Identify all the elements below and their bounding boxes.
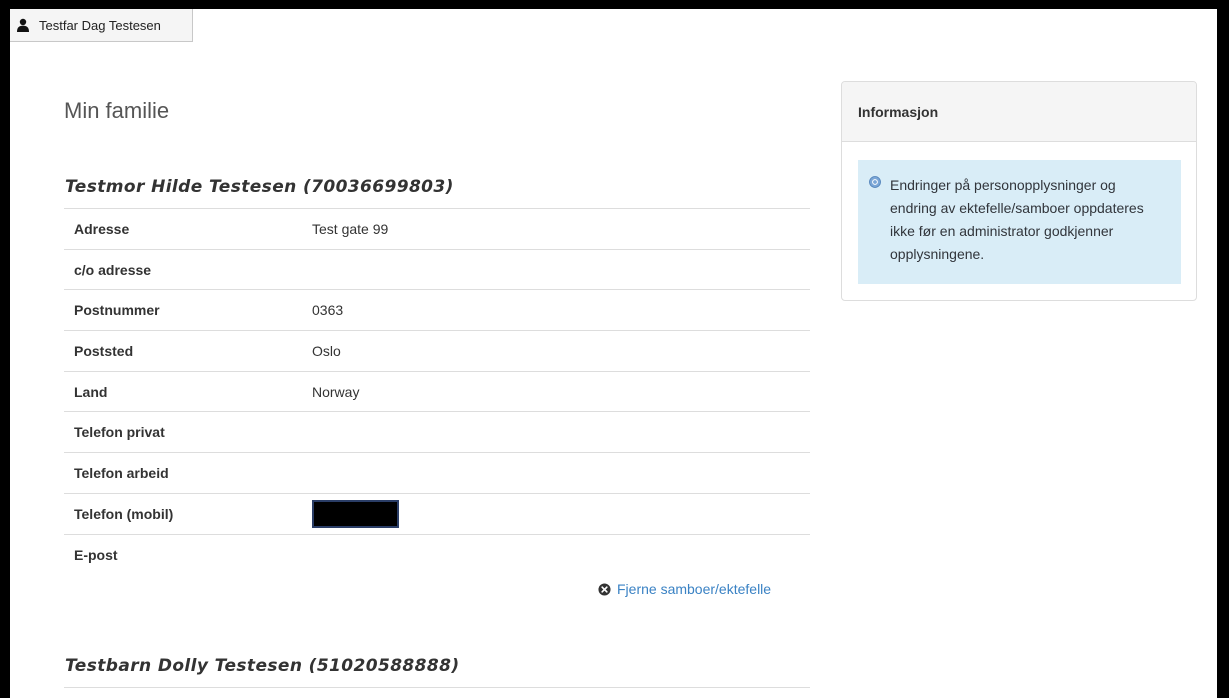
field-label: Telefon privat	[64, 411, 302, 453]
divider	[64, 687, 810, 688]
person-details-table: Adresse Test gate 99 c/o adresse Postnum…	[64, 208, 810, 575]
remove-spouse-label: Fjerne samboer/ektefelle	[617, 581, 772, 597]
table-row: E-post	[64, 533, 810, 575]
field-label: Postnummer	[64, 289, 302, 331]
field-label: Telefon arbeid	[64, 452, 302, 494]
user-menu-button[interactable]: Testfar Dag Testesen	[10, 9, 193, 42]
table-row: Telefon (mobil)	[64, 492, 810, 534]
table-row: Adresse Test gate 99	[64, 208, 810, 250]
field-label: Adresse	[64, 208, 302, 250]
field-label: E-post	[64, 533, 302, 575]
field-value	[302, 533, 810, 575]
info-panel: Informasjon Endringer på personopplysnin…	[841, 81, 1197, 301]
redacted-block	[312, 499, 399, 528]
field-label: Telefon (mobil)	[64, 492, 302, 534]
person-heading-spouse: Testmor Hilde Testesen (70036699803)	[65, 177, 454, 197]
field-value	[302, 248, 810, 290]
remove-spouse-link[interactable]: Fjerne samboer/ektefelle	[598, 581, 771, 597]
table-row: Telefon arbeid	[64, 452, 810, 494]
info-message: Endringer på personopplysninger og endri…	[890, 177, 1144, 262]
user-icon	[17, 18, 29, 32]
table-row: Telefon privat	[64, 411, 810, 453]
field-label: Poststed	[64, 330, 302, 372]
field-value: Oslo	[302, 330, 810, 372]
table-row: Postnummer 0363	[64, 289, 810, 331]
table-row: c/o adresse	[64, 248, 810, 290]
info-panel-title: Informasjon	[842, 82, 1196, 142]
field-value-mobile	[302, 492, 810, 534]
field-value: 0363	[302, 289, 810, 331]
info-alert: Endringer på personopplysninger og endri…	[858, 160, 1181, 284]
user-name: Testfar Dag Testesen	[39, 17, 161, 33]
remove-circle-icon	[598, 582, 611, 596]
field-value	[302, 411, 810, 453]
person-heading-child: Testbarn Dolly Testesen (51020588888)	[65, 656, 460, 676]
field-value	[302, 452, 810, 494]
page-title: Min familie	[64, 98, 170, 123]
info-icon	[869, 176, 881, 188]
field-value: Test gate 99	[302, 208, 810, 250]
table-row: Poststed Oslo	[64, 330, 810, 372]
field-value: Norway	[302, 370, 810, 412]
app-frame: Testfar Dag Testesen Min familie Testmor…	[10, 9, 1217, 698]
table-row: Land Norway	[64, 370, 810, 412]
field-label: c/o adresse	[64, 248, 302, 290]
field-label: Land	[64, 370, 302, 412]
